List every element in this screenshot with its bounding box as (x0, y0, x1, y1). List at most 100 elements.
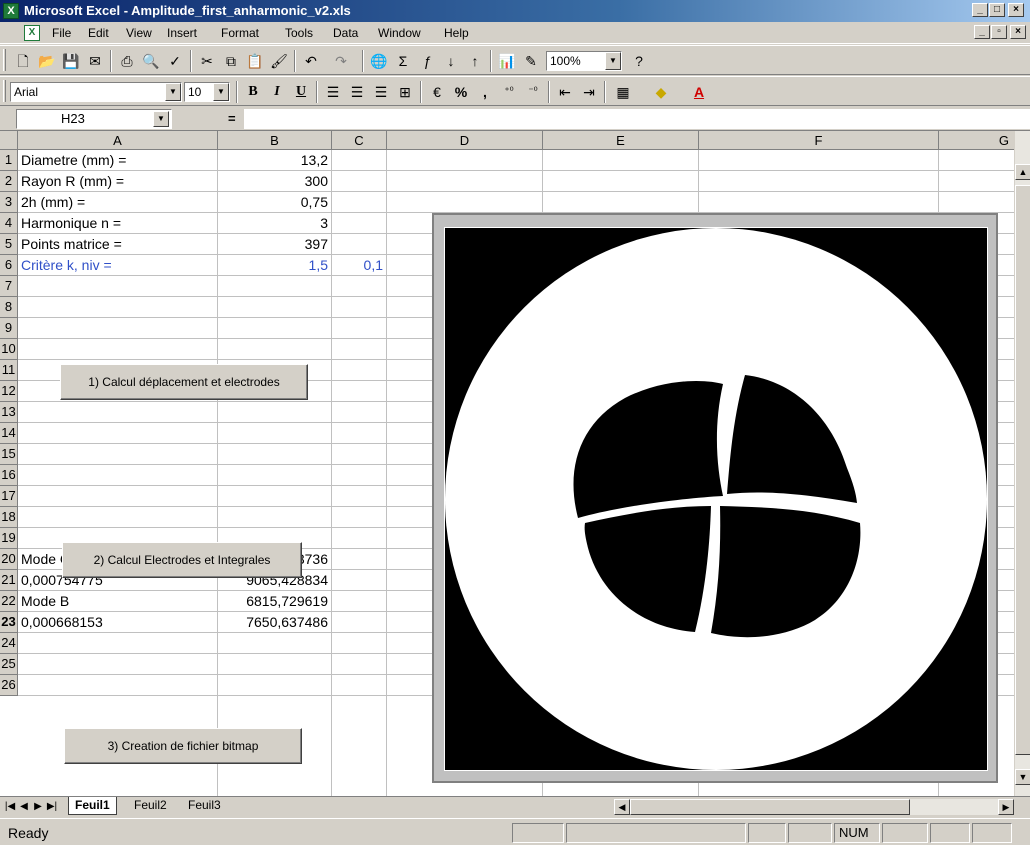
menu-insert[interactable]: Insert (167, 26, 197, 40)
email-icon[interactable]: ✉ (84, 50, 106, 72)
excel-app-icon[interactable]: X (3, 3, 19, 19)
sort-ascending-icon[interactable]: ↓ (440, 50, 462, 72)
currency-icon[interactable]: € (426, 81, 448, 103)
align-center-icon[interactable]: ☰ (346, 81, 368, 103)
cell-a5[interactable]: Points matrice = (18, 234, 218, 255)
menu-help[interactable]: Help (444, 26, 469, 40)
last-sheet-icon[interactable]: ▶| (46, 800, 58, 814)
cell-c6[interactable]: 0,1 (332, 255, 387, 276)
bold-icon[interactable]: B (242, 81, 264, 103)
cell-b4[interactable]: 3 (218, 213, 332, 234)
scroll-down-icon[interactable]: ▼ (1015, 769, 1030, 785)
first-sheet-icon[interactable]: |◀ (4, 800, 16, 814)
zoom-select[interactable]: 100% ▼ (546, 51, 622, 71)
open-icon[interactable]: 📂 (36, 50, 58, 72)
menu-view[interactable]: View (126, 26, 152, 40)
cell-a22[interactable]: Mode B (18, 591, 218, 612)
workbook-icon[interactable]: X (24, 25, 40, 41)
chevron-down-icon[interactable]: ▼ (153, 111, 169, 127)
row-header-13[interactable]: 13 (0, 402, 18, 423)
column-header-c[interactable]: C (332, 131, 387, 150)
row-header-15[interactable]: 15 (0, 444, 18, 465)
comma-style-icon[interactable]: , (474, 81, 496, 103)
row-header-25[interactable]: 25 (0, 654, 18, 675)
row-header-4[interactable]: 4 (0, 213, 18, 234)
vertical-scroll-thumb[interactable] (1015, 185, 1030, 755)
font-select[interactable]: Arial ▼ (10, 82, 182, 102)
scroll-left-icon[interactable]: ◀ (614, 799, 630, 815)
chart-wizard-icon[interactable]: 📊 (496, 50, 518, 72)
column-header-f[interactable]: F (699, 131, 939, 150)
undo-icon[interactable]: ↶ (300, 50, 322, 72)
help-icon[interactable]: ? (628, 50, 650, 72)
row-header-5[interactable]: 5 (0, 234, 18, 255)
italic-icon[interactable]: I (266, 81, 288, 103)
redo-icon[interactable]: ↷ (330, 50, 352, 72)
merge-center-icon[interactable]: ⊞ (394, 81, 416, 103)
align-right-icon[interactable]: ☰ (370, 81, 392, 103)
close-icon[interactable]: × (1008, 3, 1024, 17)
row-header-12[interactable]: 12 (0, 381, 18, 402)
electrode-bitmap-picture[interactable] (432, 213, 998, 783)
cell-a2[interactable]: Rayon R (mm) = (18, 171, 218, 192)
row-header-11[interactable]: 11 (0, 360, 18, 381)
column-header-b[interactable]: B (218, 131, 332, 150)
row-header-6[interactable]: 6 (0, 255, 18, 276)
chevron-down-icon[interactable]: ▼ (165, 83, 181, 101)
cell-a3[interactable]: 2h (mm) = (18, 192, 218, 213)
column-header-e[interactable]: E (543, 131, 699, 150)
sheet-tab-feuil2[interactable]: Feuil2 (128, 797, 173, 815)
doc-minimize-icon[interactable]: _ (974, 25, 990, 39)
decrease-indent-icon[interactable]: ⇤ (554, 81, 576, 103)
fill-color-icon[interactable]: ◆ (650, 81, 672, 103)
name-box[interactable]: H23 ▼ (16, 109, 172, 129)
menu-edit[interactable]: Edit (88, 26, 109, 40)
underline-icon[interactable]: U (290, 81, 312, 103)
minimize-icon[interactable]: _ (972, 3, 988, 17)
font-size-select[interactable]: 10 ▼ (184, 82, 230, 102)
next-sheet-icon[interactable]: ▶ (32, 800, 44, 814)
copy-icon[interactable]: ⧉ (220, 50, 242, 72)
row-header-24[interactable]: 24 (0, 633, 18, 654)
percent-icon[interactable]: % (450, 81, 472, 103)
save-icon[interactable]: 💾 (60, 50, 82, 72)
row-header-8[interactable]: 8 (0, 297, 18, 318)
decrease-decimal-icon[interactable]: ⁻⁰ (522, 81, 544, 103)
row-header-17[interactable]: 17 (0, 486, 18, 507)
cell-b23[interactable]: 7650,637486 (218, 612, 332, 633)
maximize-icon[interactable]: □ (989, 3, 1005, 17)
formula-input[interactable] (244, 109, 1030, 129)
creation-bitmap-button[interactable]: 3) Creation de fichier bitmap (64, 728, 302, 764)
font-color-icon[interactable]: A (688, 81, 710, 103)
scroll-right-icon[interactable]: ▶ (998, 799, 1014, 815)
spelling-icon[interactable]: ✓ (164, 50, 186, 72)
calcul-deplacement-button[interactable]: 1) Calcul déplacement et electrodes (60, 364, 308, 400)
print-preview-icon[interactable]: 🔍 (140, 50, 162, 72)
menu-format[interactable]: Format (221, 26, 259, 40)
menu-file[interactable]: File (52, 26, 71, 40)
autosum-icon[interactable]: Σ (392, 50, 414, 72)
row-header-16[interactable]: 16 (0, 465, 18, 486)
increase-decimal-icon[interactable]: ⁺⁰ (498, 81, 520, 103)
row-header-2[interactable]: 2 (0, 171, 18, 192)
menu-data[interactable]: Data (333, 26, 358, 40)
sheet-tab-feuil1[interactable]: Feuil1 (68, 797, 117, 815)
increase-indent-icon[interactable]: ⇥ (578, 81, 600, 103)
row-header-20[interactable]: 20 (0, 549, 18, 570)
print-icon[interactable]: ⎙ (116, 50, 138, 72)
borders-icon[interactable]: ▦ (612, 81, 634, 103)
row-header-18[interactable]: 18 (0, 507, 18, 528)
row-header-22[interactable]: 22 (0, 591, 18, 612)
drawing-icon[interactable]: ✎ (520, 50, 542, 72)
function-icon[interactable]: ƒ (416, 50, 438, 72)
cell-a1[interactable]: Diametre (mm) = (18, 150, 218, 171)
column-header-a[interactable]: A (18, 131, 218, 150)
cell-b3[interactable]: 0,75 (218, 192, 332, 213)
horizontal-scrollbar[interactable]: ◀ ▶ (614, 799, 1014, 815)
row-header-3[interactable]: 3 (0, 192, 18, 213)
row-header-9[interactable]: 9 (0, 318, 18, 339)
sort-descending-icon[interactable]: ↑ (464, 50, 486, 72)
chevron-down-icon[interactable]: ▼ (605, 52, 621, 70)
cut-icon[interactable]: ✂ (196, 50, 218, 72)
row-header-1[interactable]: 1 (0, 150, 18, 171)
